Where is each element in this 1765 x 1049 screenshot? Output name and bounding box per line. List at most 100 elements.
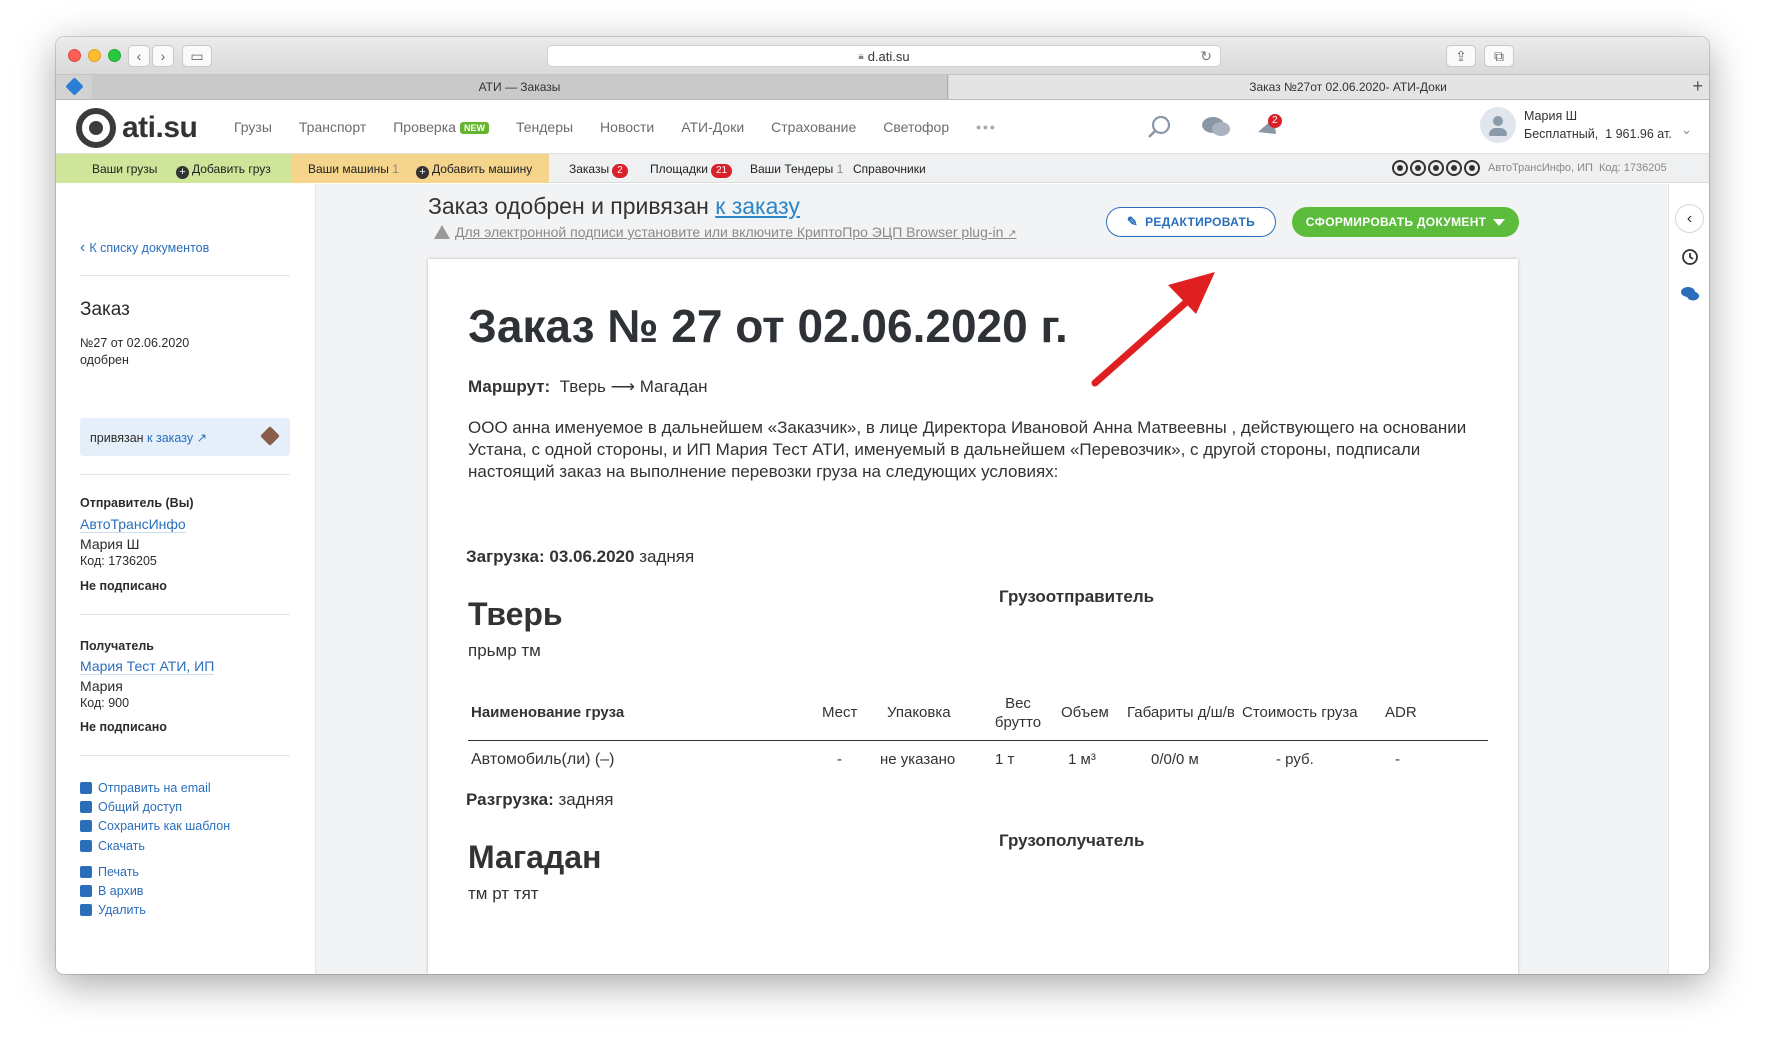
nav-more[interactable]: ••• [976, 119, 997, 135]
zoom-window-button[interactable] [108, 49, 121, 62]
document-heading: Заказ № 27 от 02.06.2020 г. [468, 300, 1068, 352]
action-label: В архив [98, 884, 144, 898]
history-icon[interactable] [1680, 247, 1700, 267]
warning-text: Для электронной подписи установите или в… [455, 224, 1004, 240]
tenders-label: Ваши Тендеры [750, 162, 834, 176]
ati-logo[interactable]: ati.su [76, 108, 198, 148]
action-label: Сохранить как шаблон [98, 819, 231, 833]
notifications-badge: 2 [1268, 114, 1282, 128]
nav-insurance[interactable]: Страхование [771, 119, 856, 135]
my-cargo-link[interactable]: Ваши грузы [92, 162, 157, 176]
table-cell: 0/0/0 м [1151, 751, 1199, 768]
print-action[interactable]: Печать [80, 865, 139, 879]
share-action[interactable]: Общий доступ [80, 800, 182, 814]
loading-line: Загрузка: 03.06.2020 задняя [466, 547, 694, 567]
warning-icon [434, 225, 450, 239]
close-window-button[interactable] [68, 49, 81, 62]
nav-tenders[interactable]: Тендеры [516, 119, 573, 135]
orders-link[interactable]: Заказы 2 [569, 162, 628, 178]
notifications-icon[interactable]: 2 [1254, 114, 1282, 140]
download-action[interactable]: Скачать [80, 839, 145, 853]
chat-icon[interactable] [1201, 114, 1230, 140]
add-cargo-label: Добавить груз [192, 162, 271, 176]
table-header: Мест [822, 704, 858, 721]
minimize-window-button[interactable] [88, 49, 101, 62]
edit-button[interactable]: ✎ РЕДАКТИРОВАТЬ [1106, 207, 1276, 237]
address-bar[interactable]: 🔒︎ d.ati.su ↻ [547, 45, 1221, 67]
avatar [1480, 107, 1516, 143]
table-header: ADR [1385, 704, 1417, 721]
sender-code: Код: 1736205 [80, 554, 157, 568]
save-template-action[interactable]: Сохранить как шаблон [80, 819, 230, 833]
generate-document-button[interactable]: СФОРМИРОВАТЬ ДОКУМЕНТ [1292, 207, 1519, 237]
table-cell: не указано [880, 751, 956, 768]
refs-link[interactable]: Справочники [853, 162, 926, 176]
back-to-list-link[interactable]: ‹ К списку документов [80, 239, 209, 257]
share-button[interactable]: ⇪ [1446, 45, 1476, 67]
receiver-name: Мария [80, 678, 123, 694]
orders-badge: 2 [612, 164, 628, 178]
nav-check-label: Проверка [393, 119, 456, 135]
archive-action[interactable]: В архив [80, 884, 143, 898]
nav-news[interactable]: Новости [600, 119, 654, 135]
nav-cargo[interactable]: Грузы [234, 119, 272, 135]
collapse-panel-button[interactable]: ‹ [1675, 204, 1704, 233]
load-address: прьмр тм [468, 641, 541, 660]
platforms-link[interactable]: Площадки 21 [650, 162, 733, 178]
pencil-icon: ✎ [1126, 214, 1139, 229]
chevron-down-icon[interactable]: ⌄ [1681, 122, 1692, 138]
send-email-action[interactable]: Отправить на email [80, 781, 211, 795]
user-menu[interactable]: Мария Ш Бесплатный, 1 961.96 ат. [1480, 107, 1672, 143]
trash-icon [80, 904, 92, 916]
consignee-label: Грузополучатель [999, 831, 1145, 850]
sender-company-link[interactable]: АвтоТрансИнфо [80, 516, 186, 533]
nav-ati-docs[interactable]: АТИ-Доки [681, 119, 744, 135]
nav-check[interactable]: Проверка NEW [393, 119, 489, 135]
sidebar-toggle-button[interactable]: ▭ [182, 45, 212, 67]
reload-icon[interactable]: ↻ [1200, 48, 1212, 65]
delete-action[interactable]: Удалить [80, 903, 146, 917]
unloading-label: Разгрузка: [466, 790, 554, 809]
crypto-warning-link[interactable]: Для электронной подписи установите или в… [434, 224, 1017, 240]
my-cars-link[interactable]: Ваши машины 1 [308, 162, 399, 176]
tabs-overview-button[interactable]: ⧉ [1484, 45, 1514, 67]
receiver-company-link[interactable]: Мария Тест АТИ, ИП [80, 658, 215, 675]
divider [80, 275, 290, 276]
tab-order-doc[interactable]: Заказ №27от 02.06.2020- АТИ-Доки [949, 75, 1709, 99]
tab-orders[interactable]: АТИ — Заказы [92, 75, 948, 99]
plus-icon: + [416, 166, 429, 179]
sender-name: Мария Ш [80, 536, 140, 552]
loading-type: задняя [639, 547, 695, 566]
divider [80, 755, 290, 756]
comments-icon[interactable] [1680, 284, 1700, 304]
tenders-link[interactable]: Ваши Тендеры 1 [750, 162, 843, 176]
table-cell: Автомобиль(ли) (–) [471, 751, 615, 768]
back-button[interactable]: ‹ [128, 45, 150, 67]
tenders-count: 1 [836, 162, 844, 176]
document-preview: Заказ № 27 от 02.06.2020 г. Маршрут: Тве… [428, 259, 1518, 974]
nav-svetofor[interactable]: Светофор [883, 119, 949, 135]
new-tab-icon[interactable]: + [1692, 76, 1703, 97]
unload-city: Магадан [468, 839, 602, 875]
box-icon [260, 426, 280, 446]
nav-transport[interactable]: Транспорт [299, 119, 366, 135]
table-divider [468, 740, 1488, 741]
download-icon [80, 840, 92, 852]
external-link-icon: ↗ [196, 431, 208, 445]
divider [80, 474, 290, 475]
forward-button[interactable]: › [152, 45, 174, 67]
seal-icon [1392, 160, 1408, 176]
search-icon[interactable] [1146, 114, 1174, 140]
table-header: Габариты д/ш/в [1127, 704, 1235, 721]
seal-icon [1464, 160, 1480, 176]
add-car-link[interactable]: + Добавить машину [416, 162, 532, 179]
bound-order-link[interactable]: к заказу ↗ [147, 431, 207, 445]
site-header: ati.su Грузы Транспорт Проверка NEW Тенде… [56, 100, 1709, 154]
order-link[interactable]: к заказу [715, 193, 800, 219]
company-code: Код: 1736205 [1598, 162, 1667, 174]
chevron-left-icon: ‹ [80, 239, 86, 256]
sender-label: Отправитель (Вы) [80, 496, 194, 510]
add-cargo-link[interactable]: + Добавить груз [176, 162, 271, 179]
table-header: Стоимость груза [1242, 704, 1358, 721]
divider [80, 614, 290, 615]
